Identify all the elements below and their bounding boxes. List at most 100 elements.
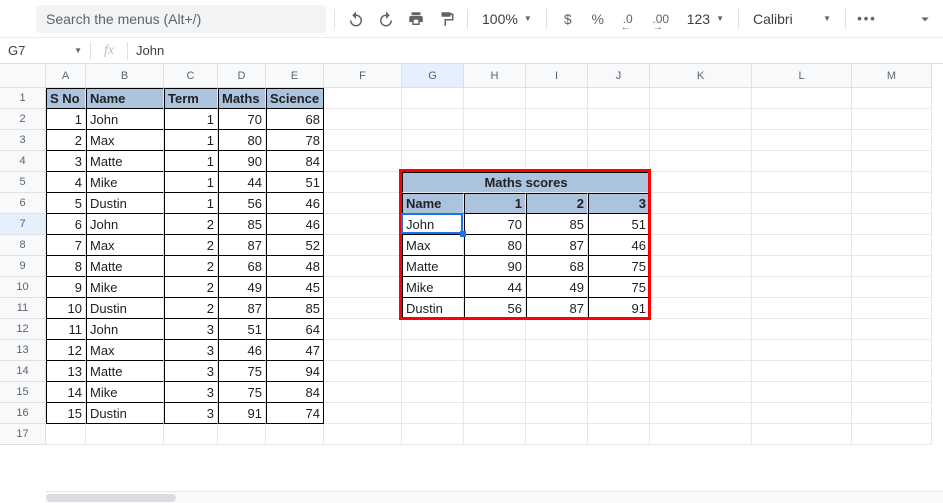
cell[interactable]: Matte [86, 151, 164, 172]
cell[interactable] [752, 424, 852, 445]
cell[interactable]: 51 [218, 319, 266, 340]
cell[interactable]: Name [86, 88, 164, 109]
scrollbar-thumb[interactable] [46, 494, 176, 502]
cell[interactable]: 51 [588, 214, 650, 235]
cell[interactable] [852, 172, 932, 193]
cell[interactable] [852, 403, 932, 424]
cell[interactable] [752, 172, 852, 193]
cell[interactable] [464, 403, 526, 424]
cell[interactable]: John [86, 214, 164, 235]
cell[interactable] [752, 130, 852, 151]
cell[interactable]: 52 [266, 235, 324, 256]
cell[interactable] [650, 109, 752, 130]
cell[interactable]: 84 [266, 151, 324, 172]
cell[interactable] [324, 109, 402, 130]
cell[interactable] [402, 382, 464, 403]
cell[interactable] [650, 88, 752, 109]
cell[interactable] [752, 256, 852, 277]
cell[interactable] [852, 382, 932, 403]
cell[interactable] [464, 130, 526, 151]
cell[interactable] [752, 382, 852, 403]
row-header[interactable]: 17 [0, 424, 46, 445]
cell[interactable] [650, 319, 752, 340]
cell[interactable]: 90 [464, 256, 526, 277]
cell[interactable] [752, 403, 852, 424]
cell[interactable] [402, 88, 464, 109]
cell[interactable]: 74 [266, 403, 324, 424]
cell[interactable] [588, 361, 650, 382]
cell[interactable]: 68 [218, 256, 266, 277]
cell[interactable] [464, 109, 526, 130]
row-header[interactable]: 12 [0, 319, 46, 340]
font-select[interactable]: Calibri▼ [747, 11, 837, 27]
cell[interactable]: 85 [218, 214, 266, 235]
cell[interactable] [324, 235, 402, 256]
cell[interactable]: Dustin [86, 193, 164, 214]
cell[interactable]: 46 [218, 340, 266, 361]
cell[interactable] [852, 130, 932, 151]
cell[interactable] [650, 172, 752, 193]
cell[interactable] [324, 214, 402, 235]
cell[interactable] [526, 88, 588, 109]
cell[interactable]: 4 [46, 172, 86, 193]
column-header[interactable]: K [650, 64, 752, 88]
row-header[interactable]: 2 [0, 109, 46, 130]
column-header[interactable]: G [402, 64, 464, 88]
cell[interactable] [650, 424, 752, 445]
row-header[interactable]: 9 [0, 256, 46, 277]
cell[interactable] [402, 340, 464, 361]
cell[interactable] [752, 340, 852, 361]
column-header[interactable]: M [852, 64, 932, 88]
zoom-select[interactable]: 100%▼ [476, 11, 538, 27]
cell[interactable]: 80 [464, 235, 526, 256]
cell[interactable]: 75 [588, 256, 650, 277]
cell[interactable] [650, 256, 752, 277]
cell[interactable] [324, 424, 402, 445]
cell[interactable]: 1 [164, 130, 218, 151]
cell[interactable] [402, 319, 464, 340]
cell[interactable]: 87 [218, 298, 266, 319]
pivot-title-cell[interactable]: Maths scores [402, 172, 650, 193]
row-header[interactable]: 16 [0, 403, 46, 424]
cell[interactable] [852, 151, 932, 172]
cell[interactable] [650, 361, 752, 382]
cell[interactable]: 44 [218, 172, 266, 193]
cell[interactable]: 3 [164, 382, 218, 403]
cell[interactable]: 84 [266, 382, 324, 403]
cell[interactable] [324, 361, 402, 382]
cell[interactable] [526, 403, 588, 424]
cell[interactable]: 12 [46, 340, 86, 361]
cell[interactable]: 3 [164, 403, 218, 424]
cell[interactable]: Matte [402, 256, 464, 277]
column-header[interactable]: A [46, 64, 86, 88]
print-button[interactable] [403, 6, 429, 32]
cell[interactable] [402, 424, 464, 445]
cell[interactable] [464, 319, 526, 340]
cell[interactable]: Max [86, 130, 164, 151]
cell[interactable]: Max [402, 235, 464, 256]
row-header[interactable]: 13 [0, 340, 46, 361]
paint-format-button[interactable] [433, 6, 459, 32]
cell[interactable]: 49 [218, 277, 266, 298]
column-header[interactable]: J [588, 64, 650, 88]
cell[interactable] [650, 130, 752, 151]
cell[interactable]: 56 [218, 193, 266, 214]
cell[interactable] [526, 361, 588, 382]
currency-button[interactable]: $ [555, 6, 581, 32]
cell[interactable]: 70 [464, 214, 526, 235]
column-header[interactable]: D [218, 64, 266, 88]
cell[interactable]: 78 [266, 130, 324, 151]
cell[interactable] [852, 88, 932, 109]
cell[interactable]: 46 [266, 214, 324, 235]
cell[interactable]: 75 [588, 277, 650, 298]
cell[interactable]: 1 [464, 193, 526, 214]
cell[interactable] [752, 109, 852, 130]
cell[interactable]: 47 [266, 340, 324, 361]
cell[interactable]: 85 [526, 214, 588, 235]
column-header[interactable]: H [464, 64, 526, 88]
cell[interactable]: 75 [218, 361, 266, 382]
cell[interactable] [752, 235, 852, 256]
cell[interactable] [324, 172, 402, 193]
redo-button[interactable] [373, 6, 399, 32]
cell[interactable] [588, 319, 650, 340]
